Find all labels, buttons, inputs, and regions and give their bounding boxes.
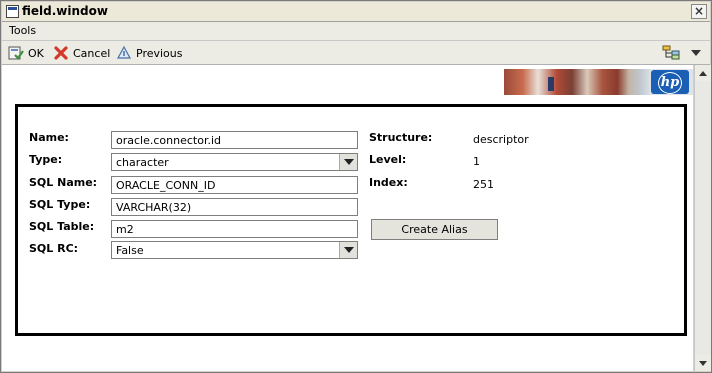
sql-name-label: SQL Name: (29, 176, 98, 189)
sql-table-label: SQL Table: (29, 220, 95, 233)
close-icon[interactable]: × (691, 4, 707, 19)
scroll-down-icon[interactable] (695, 355, 711, 371)
vertical-scrollbar[interactable] (694, 65, 711, 371)
sql-rc-label: SQL RC: (29, 242, 79, 255)
type-label: Type: (29, 153, 63, 166)
level-value: 1 (473, 155, 480, 168)
cancel-icon (54, 46, 68, 60)
previous-icon (116, 45, 132, 59)
structure-label: Structure: (369, 131, 433, 144)
sql-type-label: SQL Type: (29, 198, 91, 211)
field-window: field.window × Tools OK Cancel Previous (0, 0, 712, 373)
chevron-down-icon[interactable] (691, 50, 701, 56)
toolbar: OK Cancel Previous (2, 41, 710, 65)
create-alias-button[interactable]: Create Alias (371, 219, 498, 240)
sql-rc-value: False (116, 244, 144, 257)
title-bar: field.window × (2, 2, 710, 22)
menu-bar: Tools (2, 22, 710, 41)
previous-label: Previous (136, 46, 183, 60)
window-icon (6, 5, 19, 18)
ok-button[interactable]: OK (8, 45, 44, 61)
type-select[interactable]: character (111, 153, 358, 171)
sql-rc-dropdown-icon[interactable] (339, 242, 357, 258)
menu-tools[interactable]: Tools (9, 24, 36, 37)
sql-name-field[interactable]: ORACLE_CONN_ID (111, 176, 358, 194)
type-value: character (116, 156, 169, 169)
index-value: 251 (473, 178, 494, 191)
cancel-button[interactable]: Cancel (53, 45, 110, 61)
window-title: field.window (22, 4, 108, 18)
ok-icon (8, 46, 24, 60)
content-area: hp Name: oracle.connector.id Type: chara… (2, 65, 693, 371)
field-form-panel: Name: oracle.connector.id Type: characte… (15, 104, 687, 336)
name-field[interactable]: oracle.connector.id (111, 131, 358, 149)
hp-logo: hp (651, 70, 689, 94)
sql-type-field[interactable]: VARCHAR(32) (111, 198, 358, 216)
index-label: Index: (369, 176, 408, 189)
level-label: Level: (369, 153, 407, 166)
banner-figure (548, 77, 554, 91)
name-label: Name: (29, 131, 69, 144)
tree-view-icon[interactable] (662, 45, 682, 61)
scroll-up-icon[interactable] (695, 65, 711, 81)
sql-table-field[interactable]: m2 (111, 220, 358, 238)
previous-button[interactable]: Previous (116, 45, 183, 61)
sql-rc-select[interactable]: False (111, 241, 358, 259)
type-dropdown-icon[interactable] (339, 154, 357, 170)
ok-label: OK (28, 46, 44, 60)
structure-value: descriptor (473, 133, 529, 146)
cancel-label: Cancel (73, 46, 111, 60)
